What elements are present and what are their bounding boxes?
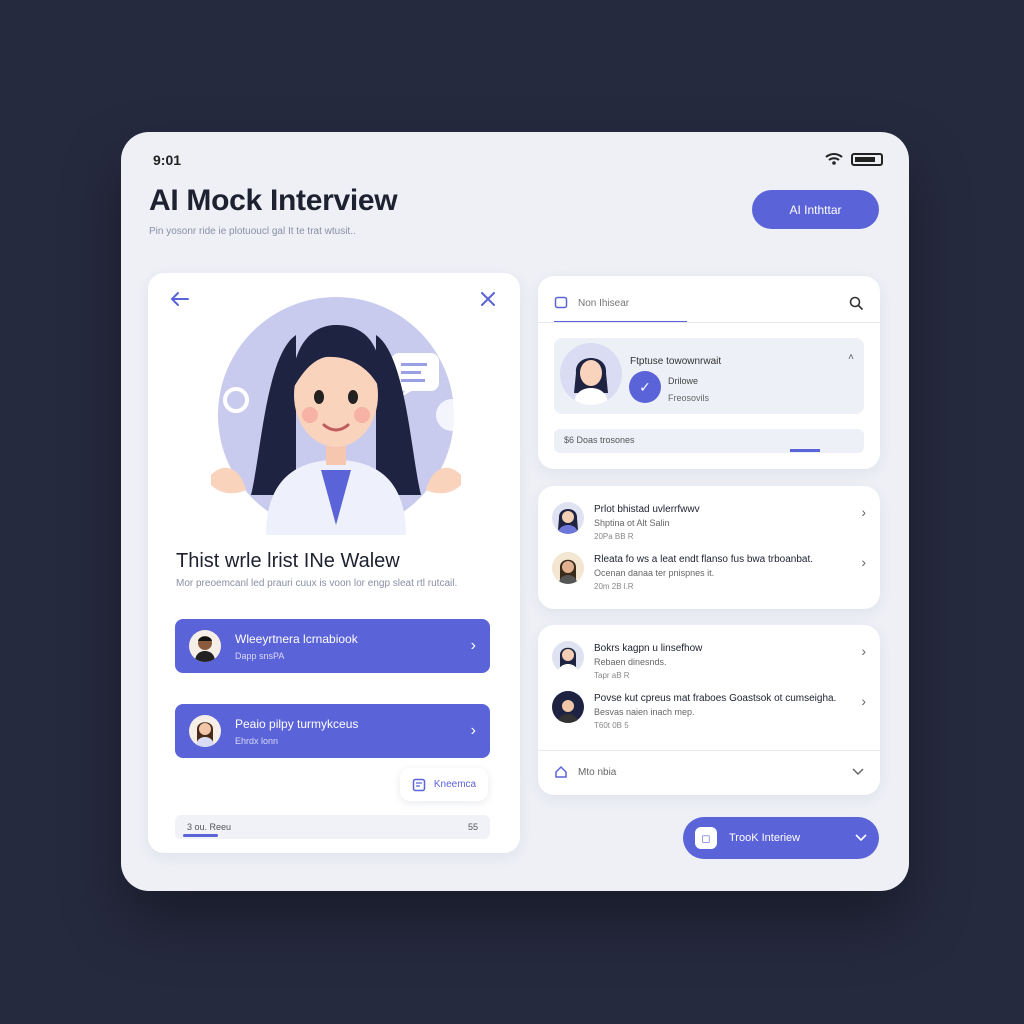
chevron-right-icon: › — [470, 722, 476, 739]
start-interview-button[interactable]: Wleeyrtnera lcrnabiook Dapp snsPA › — [175, 619, 490, 673]
item-subtitle: Rebaen dinesnds. — [594, 657, 667, 667]
search-icon[interactable] — [849, 296, 864, 311]
progress-value: 55 — [467, 822, 478, 832]
item-subtitle: Ocenan danaa ter pnispnes it. — [594, 568, 715, 578]
divider — [538, 750, 880, 751]
item-title: Bokrs kagpn u linsefhow — [594, 643, 703, 654]
check-icon: ✓ — [629, 371, 661, 403]
search-bar[interactable]: Non Ihisear — [554, 288, 864, 318]
chevron-down-icon — [855, 834, 867, 842]
hero-title: Thist wrle lrist INe Walew — [176, 550, 400, 572]
resume-button[interactable]: Kneemca — [400, 768, 488, 801]
avatar — [552, 502, 584, 534]
interviewer-illustration — [211, 297, 466, 535]
item-title: Prlot bhistad uvlerrfwwv — [594, 504, 700, 515]
feedback-panel: Bokrs kagpn u linsefhow Rebaen dinesnds.… — [538, 625, 880, 795]
page-title: AI Mock Interview — [149, 184, 398, 217]
interviewer-line1: Drilowe — [668, 376, 699, 386]
avatar — [189, 715, 221, 747]
avatar — [552, 691, 584, 723]
item-meta: T60t 0B 5 — [594, 721, 629, 730]
chevron-right-icon: › — [861, 554, 866, 570]
avatar — [560, 343, 622, 405]
item-title: Povse kut cpreus mat fraboes Goastsok ot… — [594, 693, 837, 704]
list-item[interactable]: Povse kut cpreus mat fraboes Goastsok ot… — [552, 689, 866, 735]
chevron-right-icon: › — [861, 693, 866, 709]
page-subtitle: Pin yosonr ride ie plotuoucl gal It te t… — [149, 226, 356, 237]
record-icon: ◻ — [695, 827, 717, 849]
interview-card: Thist wrle lrist INe Walew Mor preoemcan… — [148, 273, 520, 853]
progress-fill — [183, 834, 218, 837]
search-label: Non Ihisear — [578, 297, 630, 309]
status-icons — [825, 152, 883, 166]
interviewer-line2: Freosovils — [668, 393, 710, 403]
practice-button[interactable]: Peaio pilpy turmykceus Ehrdx lonn › — [175, 704, 490, 758]
chevron-right-icon: › — [861, 504, 866, 520]
back-arrow-icon[interactable] — [168, 287, 192, 311]
chevron-right-icon: › — [470, 637, 476, 654]
divider — [538, 322, 880, 323]
document-icon — [412, 778, 426, 791]
action-title: Peaio pilpy turmykceus — [235, 716, 359, 731]
status-time: 9:01 — [153, 152, 182, 168]
wifi-icon — [825, 153, 843, 165]
interviewer-title: Ftptuse towownrwait — [630, 356, 722, 367]
interviewer-row[interactable]: Ftptuse towownrwait ✓ Drilowe Freosovils… — [554, 338, 864, 414]
action-subtitle: Ehrdx lonn — [235, 735, 279, 746]
avatar — [552, 641, 584, 673]
avatar — [189, 630, 221, 662]
action-subtitle: Dapp snsPA — [235, 650, 285, 661]
stat-row: $6 Doas trosones — [554, 429, 864, 453]
interviewer-panel: Non Ihisear Ftptuse towownrwait ✓ Drilow… — [538, 276, 880, 469]
sessions-panel: Prlot bhistad uvlerrfwwv Shptina ot Alt … — [538, 486, 880, 609]
chevron-right-icon: › — [861, 643, 866, 659]
item-subtitle: Shptina ot Alt Salin — [594, 518, 670, 528]
home-icon — [555, 765, 567, 778]
mock-interview-label: TrooK Interiew — [729, 832, 801, 844]
header-action-button[interactable]: AI Inthttar — [752, 190, 879, 229]
dropdown-label: Mto nbia — [578, 766, 617, 778]
progress-label: 3 ou. Reeu — [187, 822, 232, 832]
item-title: Rleata fo ws a leat endt flanso fus bwa … — [594, 554, 814, 565]
avatar — [552, 552, 584, 584]
chevron-up-icon[interactable]: ˄ — [848, 352, 854, 363]
hero-subtitle: Mor preoemcanl led prauri cuux is voon l… — [176, 578, 458, 589]
list-item[interactable]: Prlot bhistad uvlerrfwwv Shptina ot Alt … — [552, 500, 866, 546]
item-subtitle: Besvas naien inach mep. — [594, 707, 695, 717]
action-title: Wleeyrtnera lcrnabiook — [235, 631, 358, 646]
chat-icon — [554, 296, 568, 309]
stat-indicator — [790, 449, 820, 452]
item-meta: 20m 2B l.R — [594, 582, 634, 591]
stat-label: $6 Doas trosones — [564, 435, 635, 445]
close-icon[interactable] — [476, 287, 500, 311]
battery-icon — [851, 152, 883, 166]
item-meta: Tapr aB R — [594, 671, 630, 680]
item-meta: 20Pa BB R — [594, 532, 634, 541]
resume-label: Kneemca — [433, 779, 477, 790]
list-item[interactable]: Rleata fo ws a leat endt flanso fus bwa … — [552, 550, 866, 596]
list-item[interactable]: Bokrs kagpn u linsefhow Rebaen dinesnds.… — [552, 639, 866, 685]
progress-row: 3 ou. Reeu 55 — [175, 815, 490, 839]
tablet-frame: 9:01 AI Mock Interview Pin yosonr ride i… — [121, 132, 909, 891]
mock-interview-button[interactable]: ◻ TrooK Interiew — [683, 817, 879, 859]
chevron-down-icon — [852, 768, 864, 776]
dropdown-row[interactable]: Mto nbia — [554, 762, 864, 782]
